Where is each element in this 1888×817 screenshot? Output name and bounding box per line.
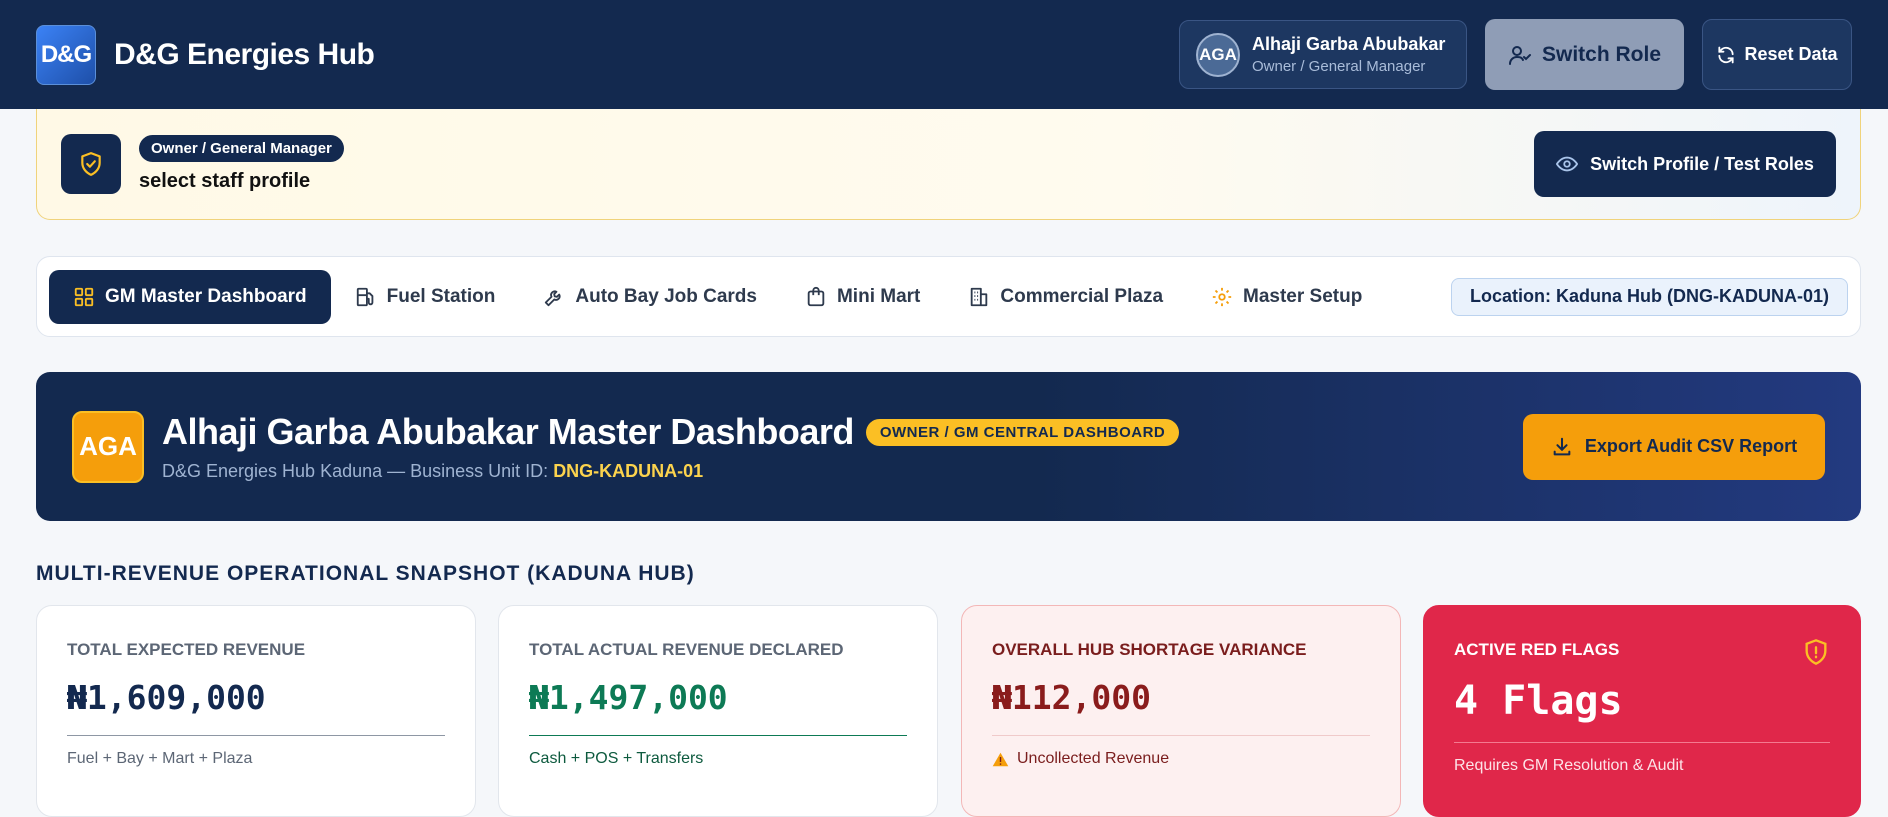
card-divider	[67, 735, 445, 736]
user-role: Owner / General Manager	[1252, 58, 1426, 75]
card-label: TOTAL EXPECTED REVENUE	[67, 640, 306, 659]
user-switch-icon	[1508, 45, 1531, 65]
master-text: Alhaji Garba Abubakar Master Dashboard O…	[162, 411, 1180, 482]
tab-mini-mart[interactable]: Mini Mart	[781, 270, 944, 324]
shopping-bag-icon	[807, 286, 825, 306]
building-icon	[971, 287, 988, 306]
footnote-text: Uncollected Revenue	[1017, 750, 1170, 767]
tab-label: Master Setup	[1243, 285, 1363, 307]
fuel-pump-icon	[356, 287, 373, 306]
card-label: OVERALL HUB SHORTAGE VARIANCE	[992, 640, 1307, 659]
switch-profile-button[interactable]: Switch Profile / Test Roles	[1534, 131, 1836, 197]
top-header: D&G D&G Energies Hub AGA Alhaji Garba Ab…	[0, 0, 1888, 109]
location-badge: Location: Kaduna Hub (DNG-KADUNA-01)	[1451, 277, 1848, 316]
card-value: ₦112,000	[992, 678, 1151, 717]
business-unit-id: DNG-KADUNA-01	[553, 461, 704, 481]
user-card[interactable]: AGA Alhaji Garba Abubakar Owner / Genera…	[1179, 20, 1467, 89]
card-footnote: Uncollected Revenue	[992, 750, 1370, 768]
gm-dashboard-badge: OWNER / GM CENTRAL DASHBOARD	[865, 418, 1180, 446]
master-dashboard-header: AGA Alhaji Garba Abubakar Master Dashboa…	[36, 372, 1861, 521]
reset-data-button[interactable]: Reset Data	[1702, 19, 1852, 90]
tab-label: GM Master Dashboard	[105, 285, 307, 307]
card-divider	[992, 735, 1370, 736]
switch-role-label: Switch Role	[1541, 42, 1662, 66]
user-avatar: AGA	[1196, 32, 1240, 77]
tab-master-setup[interactable]: Master Setup	[1187, 270, 1386, 324]
switch-role-button[interactable]: Switch Role	[1485, 19, 1684, 90]
card-footnote: Requires GM Resolution & Audit	[1454, 757, 1684, 774]
export-audit-csv-button[interactable]: Export Audit CSV Report	[1523, 413, 1825, 480]
card-footnote: Cash + POS + Transfers	[529, 750, 704, 767]
snapshot-heading: MULTI-REVENUE OPERATIONAL SNAPSHOT (KADU…	[36, 562, 695, 585]
header-actions: AGA Alhaji Garba Abubakar Owner / Genera…	[1179, 19, 1852, 90]
shortage-variance-card: OVERALL HUB SHORTAGE VARIANCE ₦112,000 U…	[961, 605, 1401, 817]
banner-text: Owner / General Manager select staff pro…	[139, 135, 344, 193]
tab-commercial-plaza[interactable]: Commercial Plaza	[944, 270, 1187, 324]
tab-fuel-station[interactable]: Fuel Station	[331, 270, 520, 324]
card-value: ₦1,497,000	[529, 678, 728, 717]
tab-label: Mini Mart	[836, 285, 921, 307]
user-name: Alhaji Garba Abubakar	[1252, 34, 1446, 54]
shield-check-icon	[61, 134, 121, 194]
card-label: ACTIVE RED FLAGS	[1454, 640, 1620, 659]
refresh-icon	[1718, 46, 1735, 63]
card-divider	[529, 735, 907, 736]
tab-auto-bay-job-cards[interactable]: Auto Bay Job Cards	[519, 270, 781, 324]
reset-data-label: Reset Data	[1744, 44, 1838, 64]
download-icon	[1553, 437, 1571, 455]
eye-icon	[1556, 156, 1579, 172]
tab-gm-master-dashboard[interactable]: GM Master Dashboard	[49, 269, 331, 324]
export-label: Export Audit CSV Report	[1584, 436, 1798, 456]
gear-icon	[1212, 287, 1232, 306]
warning-icon	[992, 752, 1009, 766]
card-footnote: Fuel + Bay + Mart + Plaza	[67, 750, 253, 767]
red-flags-card: ACTIVE RED FLAGS 4 Flags Requires GM Res…	[1423, 605, 1861, 817]
switch-profile-label: Switch Profile / Test Roles	[1590, 153, 1814, 174]
master-subtitle: D&G Energies Hub Kaduna — Business Unit …	[162, 461, 1179, 482]
wrench-icon	[545, 289, 561, 306]
card-label: TOTAL ACTUAL REVENUE DECLARED	[529, 640, 844, 659]
subtitle-text: D&G Energies Hub Kaduna — Business Unit …	[162, 461, 554, 481]
banner-subtitle: select staff profile	[139, 170, 311, 192]
role-pill: Owner / General Manager	[139, 135, 344, 162]
master-title-row: Alhaji Garba Abubakar Master Dashboard O…	[162, 411, 1180, 453]
actual-revenue-card: TOTAL ACTUAL REVENUE DECLARED ₦1,497,000…	[498, 605, 938, 817]
tab-label: Commercial Plaza	[1000, 285, 1164, 307]
card-value: 4 Flags	[1454, 678, 1623, 724]
page-title: Alhaji Garba Abubakar Master Dashboard	[162, 411, 854, 452]
tab-label: Auto Bay Job Cards	[575, 285, 757, 307]
app-logo: D&G	[36, 24, 96, 85]
card-value: ₦1,609,000	[67, 678, 266, 717]
role-banner: Owner / General Manager select staff pro…	[36, 109, 1861, 220]
shield-alert-icon	[1805, 639, 1827, 665]
main-nav: GM Master Dashboard Fuel Station Auto Ba…	[36, 256, 1861, 337]
card-divider	[1454, 742, 1830, 743]
tab-label: Fuel Station	[386, 285, 496, 307]
user-info: Alhaji Garba Abubakar Owner / General Ma…	[1252, 34, 1445, 75]
owner-avatar: AGA	[72, 410, 144, 483]
app-title: D&G Energies Hub	[114, 37, 375, 71]
expected-revenue-card: TOTAL EXPECTED REVENUE ₦1,609,000 Fuel +…	[36, 605, 476, 817]
grid-icon	[74, 287, 94, 306]
